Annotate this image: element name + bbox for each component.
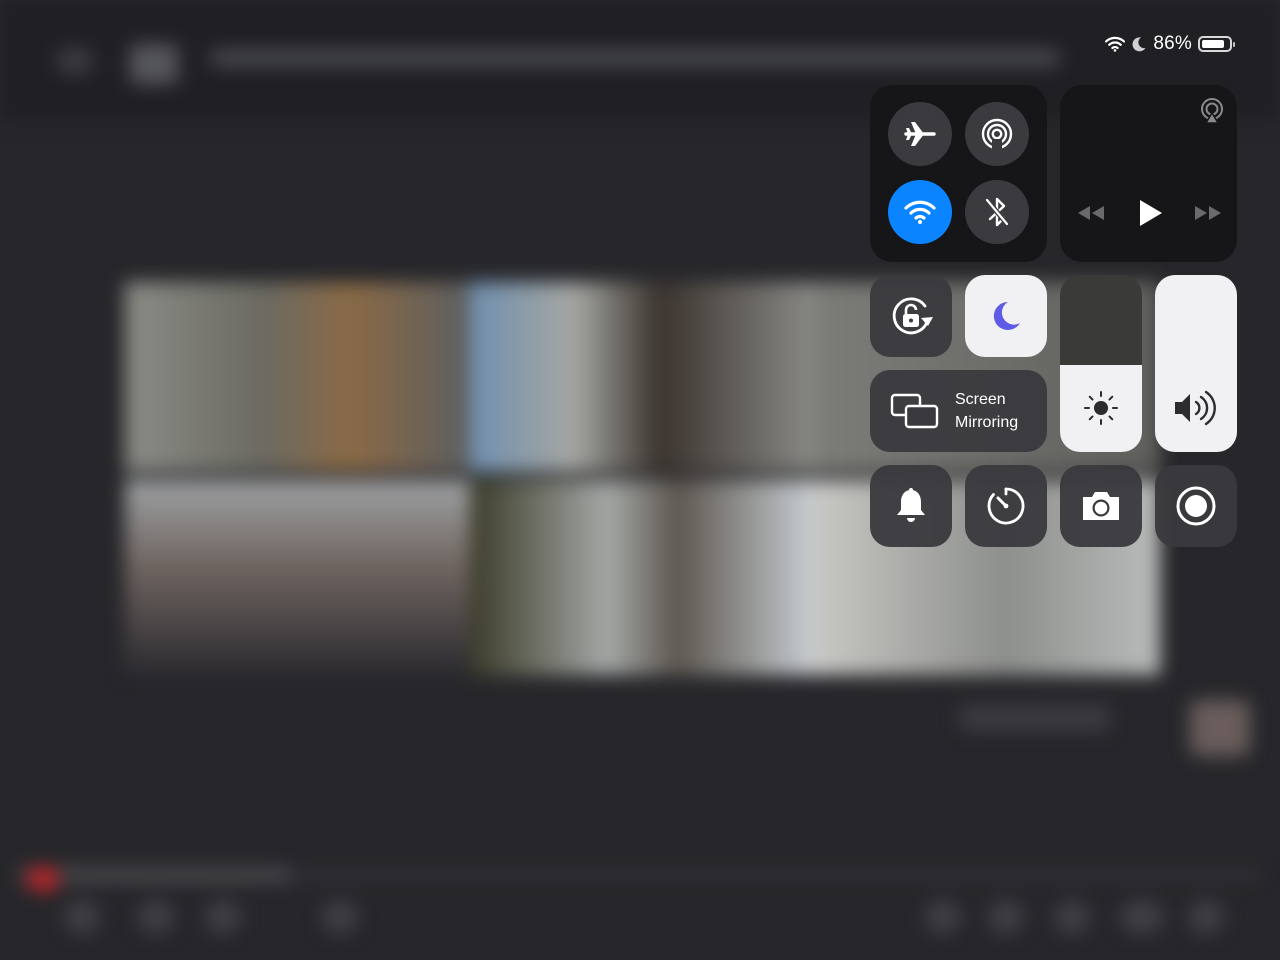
airplane-icon	[903, 117, 937, 151]
bluetooth-toggle[interactable]	[965, 180, 1029, 244]
wifi-icon	[904, 199, 936, 225]
wifi-icon	[1105, 36, 1126, 52]
sun-icon	[1081, 388, 1121, 428]
background-video-title	[210, 50, 1060, 66]
background-progress-fill	[20, 868, 290, 882]
camera-button[interactable]	[1060, 465, 1142, 547]
video-tile	[125, 282, 470, 472]
background-control	[322, 900, 358, 934]
airplay-audio-icon[interactable]	[1198, 97, 1226, 125]
background-control	[1188, 900, 1224, 934]
bluetooth-off-icon	[982, 195, 1012, 229]
battery-level-fill	[1202, 40, 1225, 48]
screen-mirroring-label: Screen Mirroring	[955, 391, 1019, 431]
airdrop-toggle[interactable]	[965, 102, 1029, 166]
record-icon	[1174, 484, 1218, 528]
background-avatar	[1190, 700, 1250, 756]
background-control	[1054, 900, 1090, 934]
screen-mirroring-button[interactable]: Screen Mirroring	[870, 370, 1047, 452]
notifications-button[interactable]	[870, 465, 952, 547]
timer-icon	[985, 485, 1027, 527]
background-channel-icon	[130, 44, 178, 84]
screen-mirroring-icon	[890, 392, 940, 430]
background-control	[925, 900, 961, 934]
moon-icon	[988, 298, 1024, 334]
background-control	[138, 900, 174, 934]
background-back-button	[58, 48, 92, 74]
battery-icon	[1198, 36, 1235, 52]
battery-percentage: 86%	[1153, 33, 1192, 54]
play-icon[interactable]	[1136, 198, 1164, 228]
timer-button[interactable]	[965, 465, 1047, 547]
airplane-mode-toggle[interactable]	[888, 102, 952, 166]
background-control	[988, 900, 1024, 934]
orientation-lock-button[interactable]	[870, 275, 952, 357]
wifi-toggle[interactable]	[888, 180, 952, 244]
background-control	[64, 900, 100, 934]
do-not-disturb-button[interactable]	[965, 275, 1047, 357]
bell-icon	[893, 487, 929, 525]
background-control	[205, 900, 241, 934]
background-control	[1120, 900, 1164, 934]
moon-icon	[1131, 36, 1147, 52]
rewind-icon[interactable]	[1076, 203, 1106, 223]
orientation-lock-icon	[887, 292, 935, 340]
airdrop-icon	[980, 117, 1014, 151]
now-playing-module	[1060, 85, 1237, 262]
status-bar: 86%	[1105, 32, 1235, 56]
fast-forward-icon[interactable]	[1193, 203, 1223, 223]
camera-icon	[1079, 488, 1123, 524]
video-tile	[470, 480, 815, 675]
background-button	[960, 705, 1110, 731]
brightness-slider[interactable]	[1060, 275, 1142, 452]
volume-icon-holder	[1155, 388, 1237, 428]
screen-recording-button[interactable]	[1155, 465, 1237, 547]
speaker-icon	[1171, 388, 1221, 428]
battery-tip	[1233, 42, 1235, 47]
video-tile	[125, 480, 470, 675]
connectivity-module	[870, 85, 1047, 262]
volume-slider[interactable]	[1155, 275, 1237, 452]
brightness-icon-holder	[1060, 388, 1142, 428]
background-progress-handle	[26, 866, 60, 892]
video-tile	[470, 282, 815, 472]
